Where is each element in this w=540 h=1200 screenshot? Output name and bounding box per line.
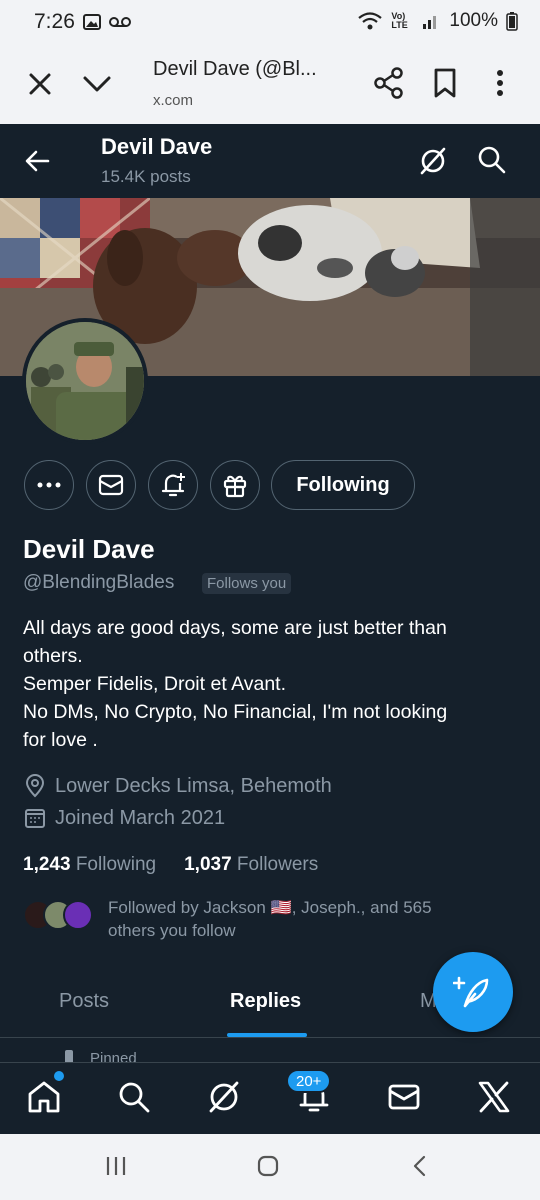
bookmark-icon[interactable]: [430, 66, 460, 100]
messages-icon[interactable]: [386, 1079, 422, 1115]
signal-icon: [423, 16, 437, 29]
grok-nav-icon[interactable]: [206, 1079, 242, 1115]
bottom-nav: 20+: [0, 1062, 540, 1134]
bell-plus-icon: [161, 473, 185, 497]
bio-line: others.: [23, 645, 83, 667]
profile-avatar[interactable]: [22, 318, 148, 444]
home-icon[interactable]: [26, 1079, 62, 1115]
network-label: Vo) LTE: [391, 11, 408, 30]
location-text: Lower Decks Limsa, Behemoth: [55, 774, 332, 797]
profile-header: Devil Dave 15.4K posts: [0, 124, 540, 198]
profile-location: Lower Decks Limsa, Behemoth: [23, 774, 332, 798]
followers-label: Followers: [236, 854, 319, 875]
followers-count: 1,037: [184, 854, 232, 875]
gallery-icon: [83, 14, 101, 30]
following-label: Following: [75, 854, 157, 875]
followed-by[interactable]: Followed by Jackson 🇺🇸, Joseph., and 565…: [23, 896, 503, 946]
home-notification-dot: [54, 1071, 64, 1081]
gift-button[interactable]: [210, 460, 260, 510]
header-name: Devil Dave: [101, 134, 213, 159]
tab-replies[interactable]: Replies: [230, 990, 301, 1013]
followed-by-line: Followed by Jackson 🇺🇸, Joseph., and 565: [108, 898, 432, 917]
header-post-count: 15.4K posts: [101, 167, 191, 186]
bio-line: All days are good days, some are just be…: [23, 617, 447, 639]
followers-stat[interactable]: 1,037 Followers: [184, 854, 318, 876]
grok-icon[interactable]: [418, 146, 448, 176]
search-icon[interactable]: [476, 144, 508, 176]
android-nav-bar: [0, 1134, 540, 1200]
voicemail-icon: [109, 17, 131, 27]
joined-text: Joined March 2021: [55, 806, 226, 829]
tab-posts[interactable]: Posts: [59, 990, 109, 1013]
close-icon[interactable]: [24, 68, 56, 100]
status-bar: 7:26 Vo) LTE 100%: [0, 0, 540, 46]
following-button[interactable]: Following: [271, 460, 415, 510]
more-options-button[interactable]: [24, 460, 74, 510]
explore-search-icon[interactable]: [116, 1079, 152, 1115]
profile-handle: @BlendingBlades: [23, 572, 175, 593]
message-button[interactable]: [86, 460, 136, 510]
following-stat[interactable]: 1,243 Following: [23, 854, 156, 876]
pinned-indicator: Pinned: [60, 1046, 260, 1062]
compose-button[interactable]: [433, 952, 513, 1032]
chevron-down-icon[interactable]: [80, 68, 114, 100]
compose-feather-icon: [453, 976, 489, 1008]
pinned-label: Pinned: [90, 1050, 137, 1062]
more-vertical-icon[interactable]: [486, 66, 514, 100]
profile-joined: Joined March 2021: [23, 806, 225, 830]
browser-bar: Devil Dave (@Bl... x.com: [0, 46, 540, 124]
pin-icon: [65, 1050, 73, 1062]
profile-bio: All days are good days, some are just be…: [23, 614, 513, 754]
bio-line: for love .: [23, 729, 98, 751]
follows-you-badge: Follows you: [202, 573, 292, 594]
back-arrow-icon[interactable]: [22, 146, 52, 176]
wifi-icon: [358, 12, 383, 30]
avatar-image: [26, 322, 144, 440]
follower-avatar: [63, 900, 93, 930]
home-button-icon[interactable]: [256, 1154, 280, 1178]
share-icon[interactable]: [372, 66, 406, 100]
browser-page-title: Devil Dave (@Bl...: [153, 58, 317, 80]
bio-line: Semper Fidelis, Droit et Avant.: [23, 673, 287, 695]
battery-icon: [506, 12, 518, 31]
back-button-icon[interactable]: [408, 1154, 432, 1178]
x-logo-icon[interactable]: [476, 1079, 512, 1115]
status-time: 7:26: [34, 10, 75, 33]
gift-icon: [223, 475, 247, 498]
recent-apps-icon[interactable]: [104, 1154, 128, 1178]
bio-line: No DMs, No Crypto, No Financial, I'm not…: [23, 701, 448, 723]
active-tab-indicator: [227, 1033, 307, 1037]
more-horizontal-icon: [37, 482, 61, 488]
following-count: 1,243: [23, 854, 71, 875]
profile-name: Devil Dave: [23, 534, 155, 564]
mail-icon: [98, 474, 124, 496]
location-pin-icon: [25, 774, 45, 798]
follow-stats: 1,243 Following 1,037 Followers: [23, 854, 318, 876]
notification-badge: 20+: [286, 1069, 332, 1093]
battery-percent: 100%: [449, 10, 498, 31]
notifications-button[interactable]: [148, 460, 198, 510]
calendar-icon: [25, 809, 45, 828]
followed-by-line: others you follow: [108, 921, 236, 940]
browser-url[interactable]: x.com: [153, 92, 193, 109]
